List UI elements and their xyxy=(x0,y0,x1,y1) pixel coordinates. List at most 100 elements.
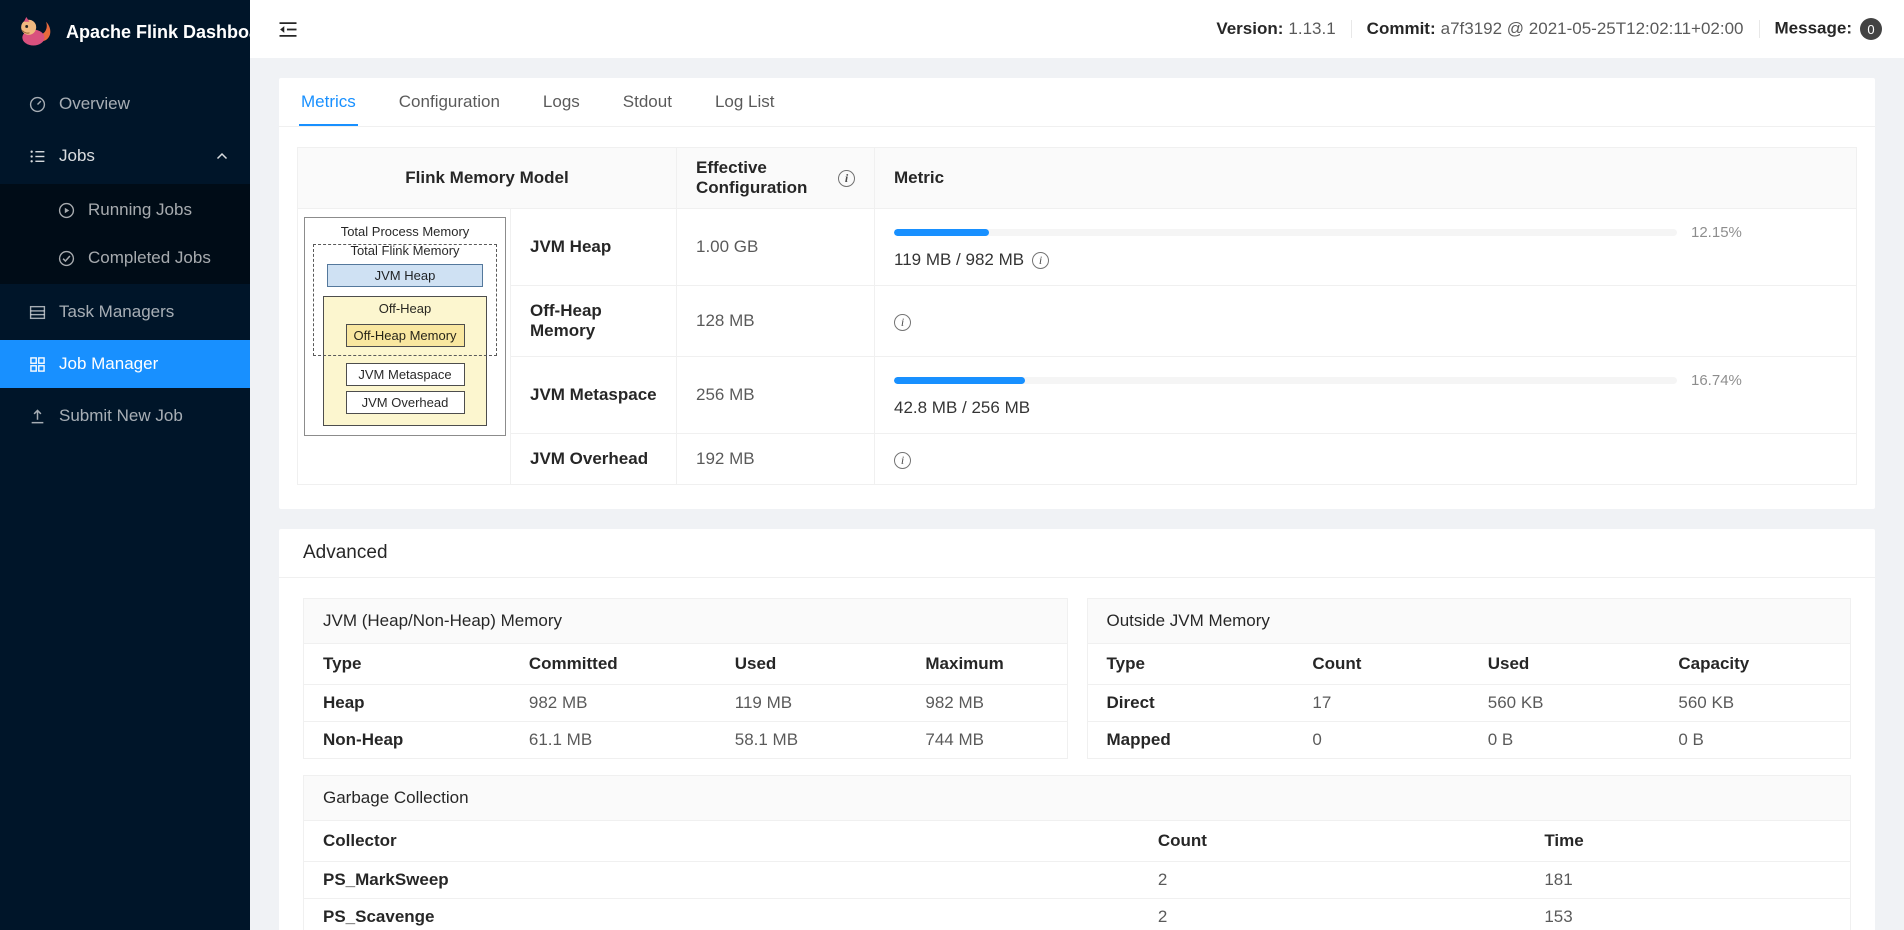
jvm-metaspace-box: JVM Metaspace xyxy=(345,362,465,386)
row-metric xyxy=(874,285,1857,357)
col-header-flink-memory-model: Flink Memory Model xyxy=(297,147,677,209)
advanced-card: Advanced JVM (Heap/Non-Heap) Memory Type… xyxy=(279,529,1875,930)
cell: 982 MB xyxy=(906,684,1067,722)
server-grid-icon xyxy=(29,305,46,319)
progress-track xyxy=(894,377,1677,384)
progress-percent: 12.15% xyxy=(1691,224,1742,241)
tab-logs[interactable]: Logs xyxy=(541,78,582,126)
off-heap-memory-box: Off-Heap Memory xyxy=(345,323,465,347)
progress-track xyxy=(894,229,1677,236)
panel-title: JVM (Heap/Non-Heap) Memory xyxy=(304,599,1067,644)
cell: 2 xyxy=(1138,861,1526,899)
cell: PS_MarkSweep xyxy=(304,861,1139,899)
version-info: Version: 1.13.1 xyxy=(1216,19,1335,39)
table-row: PS_MarkSweep 2 181 xyxy=(304,861,1850,899)
flink-memory-model-diagram: Total Process Memory Total Flink Memory … xyxy=(304,217,506,436)
row-name: JVM Heap xyxy=(510,208,677,286)
table-row: JVM Overhead 192 MB xyxy=(298,433,1857,485)
sidebar-item-label: Completed Jobs xyxy=(88,248,211,267)
col-header: Used xyxy=(1468,644,1660,685)
row-config: 1.00 GB xyxy=(676,208,875,286)
sidebar-item-overview[interactable]: Overview xyxy=(0,80,250,128)
row-config: 256 MB xyxy=(676,356,875,434)
message-count-badge[interactable]: 0 xyxy=(1860,18,1882,40)
sidebar-item-running-jobs[interactable]: Running Jobs xyxy=(0,186,250,234)
row-metric xyxy=(874,433,1857,485)
usage-text: 42.8 MB / 256 MB xyxy=(894,398,1031,417)
panel-title: Outside JVM Memory xyxy=(1087,599,1850,644)
table-row: Direct 17 560 KB 560 KB xyxy=(1087,684,1850,722)
sidebar-item-label: Running Jobs xyxy=(88,200,192,219)
message-label: Message: xyxy=(1774,18,1852,38)
table-row: Off-Heap Memory 128 MB xyxy=(298,285,1857,357)
cell: 560 KB xyxy=(1468,684,1660,722)
cell: 0 xyxy=(1312,730,1322,749)
outside-jvm-panel: Outside JVM Memory Type Count Used Capac… xyxy=(1086,598,1851,759)
sidebar-item-label: Overview xyxy=(59,94,130,113)
tab-log-list[interactable]: Log List xyxy=(713,78,777,126)
table-row: Heap 982 MB 119 MB 982 MB xyxy=(304,684,1067,722)
top-header: Version: 1.13.1 Commit: a7f3192 @ 2021-05-… xyxy=(250,0,1904,58)
chevron-up-icon xyxy=(216,152,228,160)
version-value: 1.13.1 xyxy=(1288,19,1336,38)
cell: 181 xyxy=(1525,861,1850,899)
memory-configuration-table: Flink Memory Model Effective Configurati… xyxy=(297,147,1857,485)
col-header-metric: Metric xyxy=(874,147,1857,209)
message-info[interactable]: Message: 0 xyxy=(1775,18,1882,40)
table-row: Total Process Memory Total Flink Memory … xyxy=(297,208,1857,485)
sidebar-item-completed-jobs[interactable]: Completed Jobs xyxy=(0,234,250,282)
sidebar: Apache Flink Dashboard Overview Jobs Run… xyxy=(0,0,277,930)
row-metric: 12.15% 119 MB / 982 MB xyxy=(874,208,1857,286)
appstore-icon xyxy=(30,356,45,372)
cell: 119 MB xyxy=(715,684,907,722)
table-row: Mapped 0 0 B 0 B xyxy=(1088,722,1851,759)
table-row: PS_Scavenge 2 153 xyxy=(304,899,1850,930)
col-header-effective-configuration: Effective Configuration xyxy=(676,147,875,209)
jvm-memory-panel: JVM (Heap/Non-Heap) Memory Type Committe… xyxy=(303,598,1068,759)
cell: Direct xyxy=(1087,684,1294,722)
menu-fold-icon[interactable] xyxy=(278,21,298,38)
logo[interactable]: Apache Flink Dashboard xyxy=(0,0,277,64)
sidebar-item-task-managers[interactable]: Task Managers xyxy=(0,288,250,336)
total-process-memory-label: Total Process Memory xyxy=(340,224,470,239)
progress-fill xyxy=(894,377,1026,384)
col-header: Used xyxy=(715,644,907,685)
sidebar-item-submit-new-job[interactable]: Submit New Job xyxy=(0,392,250,440)
cell: 61.1 MB xyxy=(528,730,593,749)
page-content: Metrics Configuration Logs Stdout Log Li… xyxy=(250,58,1904,930)
row-name: JVM Metaspace xyxy=(510,356,677,434)
version-label: Version: xyxy=(1216,19,1284,38)
info-icon[interactable] xyxy=(894,451,911,469)
jvm-heap-box: JVM Heap xyxy=(327,263,483,287)
advanced-title: Advanced xyxy=(279,529,1875,578)
row-config: 192 MB xyxy=(676,433,875,485)
cell: 0 B xyxy=(1487,730,1514,749)
col-header: Type xyxy=(1087,644,1294,685)
divider xyxy=(1350,20,1352,38)
jobs-submenu: Running Jobs Completed Jobs xyxy=(0,184,250,284)
tab-stdout[interactable]: Stdout xyxy=(621,78,674,126)
app-root: Apache Flink Dashboard Overview Jobs Run… xyxy=(0,0,1904,930)
memory-table-wrap: Flink Memory Model Effective Configurati… xyxy=(279,127,1875,509)
jvm-metaspace-progress: 16.74% xyxy=(894,372,1837,389)
play-circle-icon xyxy=(58,202,75,218)
sidebar-item-job-manager[interactable]: Job Manager xyxy=(0,340,250,388)
flink-squirrel-logo-icon xyxy=(21,16,51,46)
cell: 58.1 MB xyxy=(734,730,799,749)
sidebar-item-jobs[interactable]: Jobs xyxy=(0,132,250,180)
info-icon[interactable] xyxy=(1032,251,1050,269)
metrics-card: Metrics Configuration Logs Stdout Log Li… xyxy=(279,78,1875,509)
tab-metrics[interactable]: Metrics xyxy=(299,78,358,126)
sidebar-item-label: Jobs xyxy=(59,146,95,165)
progress-percent: 16.74% xyxy=(1691,372,1742,389)
cell: 982 MB xyxy=(509,684,716,722)
sidebar-item-label: Job Manager xyxy=(59,354,159,373)
sidebar-item-label: Task Managers xyxy=(59,302,175,321)
commit-info: Commit: a7f3192 @ 2021-05-25T12:02:11+02:… xyxy=(1367,19,1744,39)
tab-configuration[interactable]: Configuration xyxy=(397,78,502,126)
info-icon[interactable] xyxy=(894,313,911,331)
info-icon[interactable] xyxy=(838,169,855,187)
row-name: JVM Overhead xyxy=(510,433,677,485)
cell: 2 xyxy=(1157,907,1168,926)
garbage-collection-table: Collector Count Time PS_MarkSweep 2 181 xyxy=(304,821,1850,930)
